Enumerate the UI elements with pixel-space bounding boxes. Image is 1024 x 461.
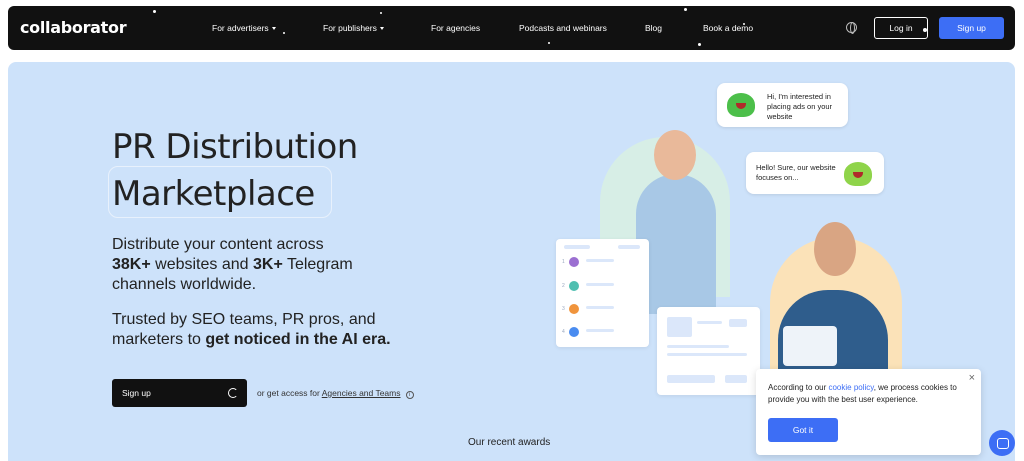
info-icon[interactable]: i xyxy=(405,391,414,399)
top-navbar: collaborator For advertisers For publish… xyxy=(8,6,1015,50)
decorative-star xyxy=(684,8,687,11)
rank-dot xyxy=(569,327,579,337)
nav-for-publishers[interactable]: For publishers xyxy=(323,23,384,33)
mascot-icon xyxy=(844,162,872,186)
agencies-teams-link[interactable]: Agencies and Teams xyxy=(322,388,401,398)
nav-for-agencies[interactable]: For agencies xyxy=(431,23,480,33)
man-head xyxy=(814,222,856,276)
decorative-star xyxy=(380,12,382,14)
nav-for-advertisers[interactable]: For advertisers xyxy=(212,23,276,33)
chat-bubble-reply: Hello! Sure, our website focuses on... xyxy=(746,152,884,194)
nav-podcasts-webinars[interactable]: Podcasts and webinars xyxy=(519,23,607,33)
signup-button-top[interactable]: Sign up xyxy=(939,17,1004,39)
chat-widget-icon[interactable] xyxy=(989,430,1015,456)
signup-cta-button[interactable]: Sign up xyxy=(112,379,247,407)
ranking-card: 1 2 3 4 xyxy=(556,239,649,347)
login-button[interactable]: Log in xyxy=(874,17,928,39)
woman-head xyxy=(654,130,696,180)
rank-dot xyxy=(569,257,579,267)
nav-book-demo[interactable]: Book a demo xyxy=(703,23,753,33)
close-icon[interactable]: × xyxy=(969,372,975,384)
cookie-policy-link[interactable]: cookie policy xyxy=(828,383,873,392)
cookie-banner: × According to our cookie policy, we pro… xyxy=(756,369,981,455)
cookie-text: According to our cookie policy, we proce… xyxy=(768,383,957,404)
chevron-down-icon xyxy=(379,27,384,31)
content-card xyxy=(657,307,760,395)
site-logo[interactable]: collaborator xyxy=(20,18,127,37)
globe-icon[interactable] xyxy=(846,22,857,34)
alt-access-text: or get access for Agencies and Teams i xyxy=(257,388,414,399)
nav-blog[interactable]: Blog xyxy=(645,23,662,33)
decorative-star xyxy=(698,43,701,46)
chevron-down-icon xyxy=(271,27,276,31)
hero-description: Distribute your content across 38K+ webs… xyxy=(112,236,391,348)
laptop-image xyxy=(783,326,837,366)
decorative-star xyxy=(283,32,285,34)
title-highlight-box xyxy=(108,166,332,218)
chat-bubble-publisher: Hi, I'm interested in placing ads on you… xyxy=(717,83,848,127)
decorative-star xyxy=(548,42,550,44)
rank-dot xyxy=(569,304,579,314)
arrow-icon xyxy=(228,388,238,398)
cookie-accept-button[interactable]: Got it xyxy=(768,418,838,442)
decorative-star xyxy=(153,10,156,13)
rank-dot xyxy=(569,281,579,291)
mascot-icon xyxy=(727,93,755,117)
awards-heading: Our recent awards xyxy=(468,437,551,448)
